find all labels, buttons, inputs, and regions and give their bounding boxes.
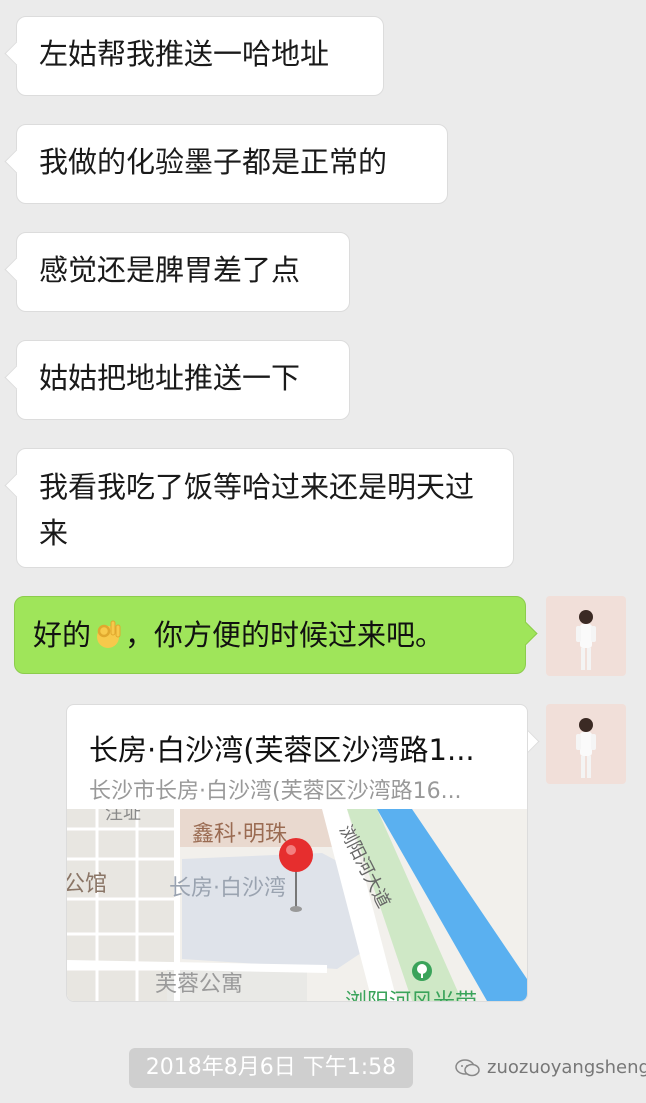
watermark: zuozuoyangsheng	[455, 1057, 646, 1078]
map-label-park: 浏阳河风光带	[345, 990, 477, 1001]
message-bubble[interactable]: 姑姑把地址推送一下	[16, 340, 350, 420]
avatar[interactable]	[546, 704, 626, 784]
location-title: 长房·白沙湾(芙蓉区沙湾路1...	[89, 733, 475, 767]
map-label-south: 芙蓉公寓	[155, 972, 243, 997]
message-text: 左姑帮我推送一哈地址	[39, 37, 330, 71]
outgoing-message-bubble[interactable]: 好的 ，你方便的时候过来吧。	[14, 596, 526, 674]
message-text: 感觉还是脾胃差了点	[39, 253, 301, 287]
ok-hand-emoji-icon	[97, 620, 121, 648]
map-label-north: 鑫科·明珠	[192, 822, 287, 847]
avatar-image	[546, 596, 626, 676]
location-address: 长沙市长房·白沙湾(芙蓉区沙湾路16...	[89, 779, 462, 804]
avatar[interactable]	[546, 596, 626, 676]
message-text-before: 好的	[33, 618, 92, 652]
message-text: 我看我吃了饭等哈过来还是明天过来	[39, 470, 475, 550]
message-text: 姑姑把地址推送一下	[39, 361, 301, 395]
message-bubble[interactable]: 我看我吃了饭等哈过来还是明天过来	[16, 448, 514, 568]
watermark-text: zuozuoyangsheng	[487, 1057, 646, 1078]
message-text-after: ，你方便的时候过来吧。	[125, 618, 445, 652]
map-label-center: 长房·白沙湾	[169, 876, 286, 901]
message-bubble[interactable]: 我做的化验墨子都是正常的	[16, 124, 448, 204]
message-bubble[interactable]: 感觉还是脾胃差了点	[16, 232, 350, 312]
map-label-left: 公馆	[67, 872, 107, 897]
location-map[interactable]: 注址 鑫科·明珠 公馆 长房·白沙湾 浏阳河大道 芙蓉公寓 浏阳河风光带	[67, 809, 527, 1001]
avatar-image	[546, 704, 626, 784]
message-bubble[interactable]: 左姑帮我推送一哈地址	[16, 16, 384, 96]
timestamp: 2018年8月6日 下午1:58	[129, 1048, 413, 1088]
map-label-top: 注址	[105, 809, 141, 824]
wechat-icon	[455, 1058, 480, 1076]
location-card[interactable]: 长房·白沙湾(芙蓉区沙湾路1... 长沙市长房·白沙湾(芙蓉区沙湾路16...	[66, 704, 528, 1002]
message-text: 我做的化验墨子都是正常的	[39, 145, 388, 179]
